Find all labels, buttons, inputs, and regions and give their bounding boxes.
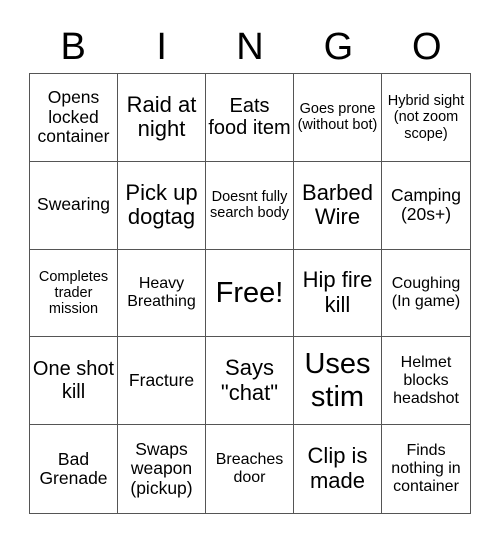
bingo-cell[interactable]: Completes trader mission [30,249,118,338]
bingo-cell[interactable]: Hybrid sight (not zoom scope) [382,74,470,162]
bingo-cell[interactable]: Raid at night [118,74,206,162]
bingo-cell[interactable]: Coughing (In game) [382,250,470,338]
bingo-cell[interactable]: Heavy Breathing [118,249,206,338]
bingo-cell[interactable]: Says "chat" [206,337,294,426]
bingo-cell[interactable]: Helmet blocks headshot [382,337,470,426]
header-letter-b: B [60,26,86,68]
bingo-cell[interactable]: One shot kill [30,337,118,426]
bingo-cell[interactable]: Camping (20s+) [382,162,470,250]
bingo-cell[interactable]: Doesnt fully search body [206,161,294,250]
header-letter-n: N [236,26,264,68]
bingo-cell[interactable]: Eats food item [206,74,294,162]
bingo-cell[interactable]: Clip is made [294,425,382,513]
header-letter-g: G [323,26,354,68]
bingo-cell[interactable]: Breaches door [206,425,294,513]
bingo-cell[interactable]: Goes prone (without bot) [294,74,382,162]
header-letter-i: I [156,26,167,68]
header-letter-o: O [412,26,442,68]
bingo-cell[interactable]: Bad Grenade [30,425,118,513]
bingo-cell[interactable]: Barbed Wire [294,161,382,250]
bingo-cell[interactable]: Swearing [30,161,118,250]
bingo-header: B I N G O [29,22,471,72]
bingo-cell[interactable]: Fracture [118,337,206,426]
bingo-cell[interactable]: Opens locked container [30,74,118,162]
bingo-cell[interactable]: Swaps weapon (pickup) [118,425,206,513]
free-space-cell[interactable]: Free! [206,249,294,338]
bingo-cell[interactable]: Pick up dogtag [118,161,206,250]
bingo-cell[interactable]: Uses stim [294,337,382,426]
bingo-card-grid: Opens locked container Raid at night Eat… [29,73,471,514]
bingo-cell[interactable]: Finds nothing in container [382,425,470,513]
bingo-cell[interactable]: Hip fire kill [294,249,382,338]
